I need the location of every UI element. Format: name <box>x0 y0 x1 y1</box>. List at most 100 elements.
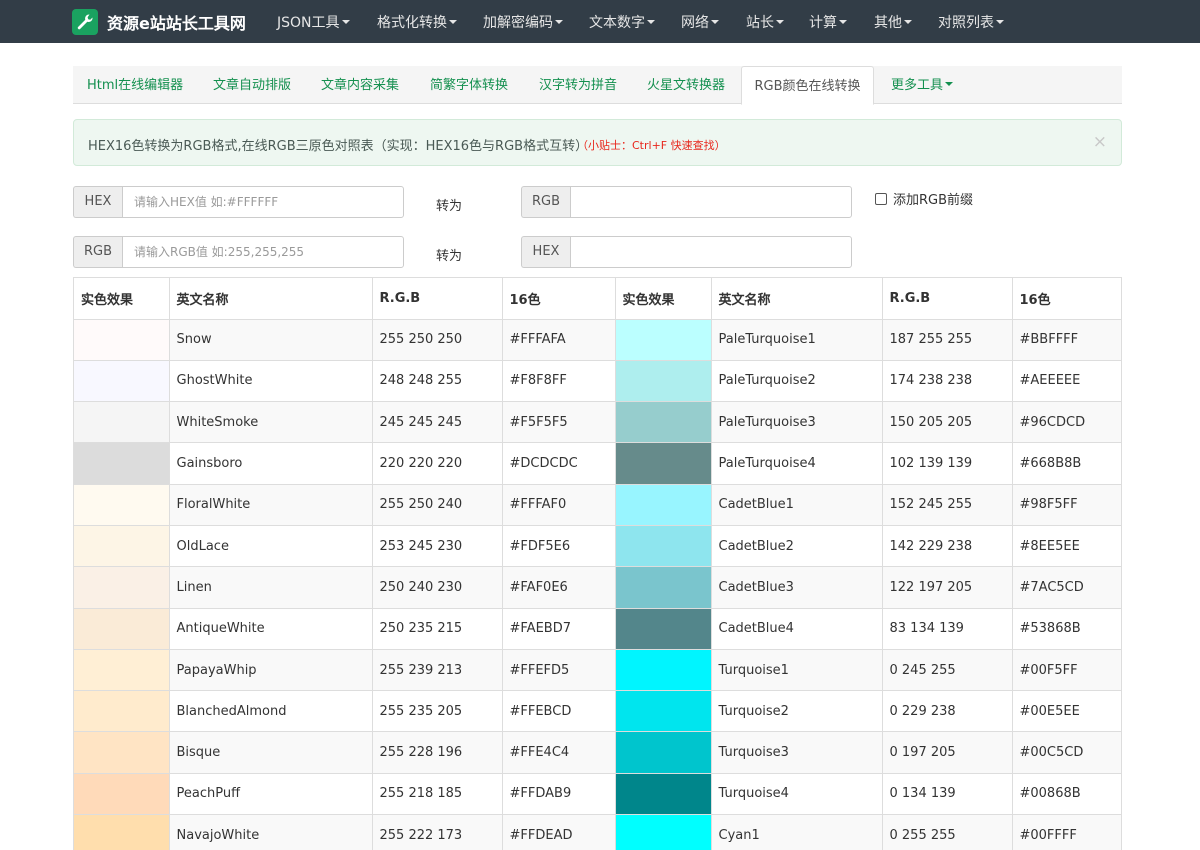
caret-down-icon <box>945 82 954 86</box>
color-swatch <box>74 814 170 850</box>
color-swatch <box>614 772 712 816</box>
nav-format-label: 格式化转换 <box>377 15 447 31</box>
hex-value: #BBFFFF <box>1011 318 1121 361</box>
rgb-prefix-checkbox[interactable]: 添加RGB前缀 <box>875 189 973 208</box>
color-name: BlanchedAlmond <box>168 690 373 733</box>
table-row: NavajoWhite 255 222 173 #FFDEAD Cyan1 0 255 … <box>74 814 1121 850</box>
color-name: Turquoise1 <box>710 648 883 692</box>
hex-value: #DCDCDC <box>501 442 616 485</box>
table-row: WhiteSmoke 245 245 245 #F5F5F5 PaleTurquois… <box>74 401 1121 444</box>
hex-output[interactable] <box>570 236 852 268</box>
hex-value: #FDF5E6 <box>501 524 616 568</box>
nav-webmaster-label: 站长 <box>746 15 774 31</box>
nav-network[interactable]: 网络 <box>681 12 719 32</box>
hex-value: #FFFAFA <box>501 318 616 361</box>
table-row: FloralWhite 255 250 240 #FFFAF0 CadetBlue1 1… <box>74 483 1121 526</box>
hex-addon: HEX <box>521 236 570 268</box>
color-swatch <box>614 524 712 568</box>
table-row: Linen 250 240 230 #FAF0E6 CadetBlue3 122 197… <box>74 566 1121 609</box>
tab-content-scrape[interactable]: 文章内容采集 <box>321 66 399 104</box>
checkbox-icon[interactable] <box>875 192 887 205</box>
color-swatch <box>74 359 170 403</box>
color-swatch <box>74 772 170 816</box>
color-table: 实色效果 英文名称 R.G.B 16色 实色效果 英文名称 R.G.B 16色 … <box>73 277 1122 850</box>
rgb-value: 0 255 255 <box>881 814 1013 850</box>
caret-down-icon <box>776 20 784 24</box>
tab-more-tools[interactable]: 更多工具 <box>891 66 954 104</box>
rgb-value: 220 220 220 <box>371 442 503 485</box>
nav-reference[interactable]: 对照列表 <box>938 12 1004 32</box>
tab-pinyin[interactable]: 汉字转为拼音 <box>539 66 617 104</box>
hex-value: #F8F8FF <box>501 359 616 403</box>
nav-other[interactable]: 其他 <box>874 12 912 32</box>
color-name: Bisque <box>168 731 373 774</box>
color-name: GhostWhite <box>168 359 373 403</box>
rgb-value: 0 229 238 <box>881 690 1013 733</box>
rgb-value: 187 255 255 <box>881 318 1013 361</box>
color-swatch <box>614 318 712 361</box>
hex-value: #FFEFD5 <box>501 648 616 692</box>
rgb-prefix-label: 添加RGB前缀 <box>893 193 974 208</box>
top-navbar: 资源e站站长工具网 JSON工具 格式化转换 加解密编码 文本数字 网络 站长 … <box>0 0 1200 43</box>
caret-down-icon <box>555 20 563 24</box>
brand-name: 资源e站站长工具网 <box>107 13 246 33</box>
wrench-icon <box>72 8 98 35</box>
rgb-value: 0 245 255 <box>881 648 1013 692</box>
hex-value: #FFFAF0 <box>501 483 616 526</box>
caret-down-icon <box>711 20 719 24</box>
hex-input[interactable] <box>122 186 404 218</box>
color-name: FloralWhite <box>168 483 373 526</box>
nav-format[interactable]: 格式化转换 <box>377 12 457 32</box>
rgb-value: 255 235 205 <box>371 690 503 733</box>
tab-auto-typeset[interactable]: 文章自动排版 <box>213 66 291 104</box>
color-name: PaleTurquoise1 <box>710 318 883 361</box>
color-swatch <box>74 401 170 444</box>
color-swatch <box>74 648 170 692</box>
caret-down-icon <box>839 20 847 24</box>
color-swatch <box>74 690 170 733</box>
color-swatch <box>614 566 712 609</box>
color-name: NavajoWhite <box>168 814 373 850</box>
color-name: Cyan1 <box>710 814 883 850</box>
caret-down-icon <box>996 20 1004 24</box>
rgb-value: 255 222 173 <box>371 814 503 850</box>
convert-to-label: 转为 <box>436 199 463 214</box>
table-header: 实色效果 英文名称 R.G.B 16色 实色效果 英文名称 R.G.B 16色 <box>74 278 1121 320</box>
rgb-input[interactable] <box>122 236 404 268</box>
nav-encode[interactable]: 加解密编码 <box>483 12 563 32</box>
color-name: Turquoise2 <box>710 690 883 733</box>
alert-text: HEX16色转换为RGB格式,在线RGB三原色对照表（实现：HEX16色与RGB… <box>88 139 589 154</box>
tab-html-editor[interactable]: Html在线编辑器 <box>87 66 183 104</box>
tab-rgb-convert[interactable]: RGB颜色在线转换 <box>741 66 874 105</box>
convert-to-label: 转为 <box>436 249 463 264</box>
hex-value: #00FFFF <box>1011 814 1121 850</box>
rgb-value: 255 250 250 <box>371 318 503 361</box>
rgb-output[interactable] <box>570 186 852 218</box>
hex-addon: HEX <box>73 186 122 218</box>
col-swatch: 实色效果 <box>74 278 170 320</box>
hex-value: #96CDCD <box>1011 401 1121 444</box>
brand[interactable]: 资源e站站长工具网 <box>72 8 246 35</box>
hex-value: #98F5FF <box>1011 483 1121 526</box>
rgb-value: 174 238 238 <box>881 359 1013 403</box>
color-name: Gainsboro <box>168 442 373 485</box>
color-swatch <box>74 731 170 774</box>
tab-simp-trad[interactable]: 简繁字体转换 <box>430 66 508 104</box>
hex-output-group: HEX <box>521 236 852 268</box>
close-icon[interactable]: × <box>1093 132 1107 152</box>
nav-calc[interactable]: 计算 <box>809 12 847 32</box>
color-name: Snow <box>168 318 373 361</box>
nav-webmaster[interactable]: 站长 <box>746 12 784 32</box>
rgb-value: 0 134 139 <box>881 772 1013 816</box>
tab-martian-text[interactable]: 火星文转换器 <box>647 66 725 104</box>
rgb-value: 150 205 205 <box>881 401 1013 444</box>
rgb-value: 248 248 255 <box>371 359 503 403</box>
color-name: AntiqueWhite <box>168 607 373 650</box>
color-name: PaleTurquoise4 <box>710 442 883 485</box>
color-swatch <box>614 648 712 692</box>
nav-text[interactable]: 文本数字 <box>589 12 655 32</box>
hex-value: #FAEBD7 <box>501 607 616 650</box>
color-name: CadetBlue2 <box>710 524 883 568</box>
color-swatch <box>614 359 712 403</box>
nav-json[interactable]: JSON工具 <box>277 12 350 32</box>
